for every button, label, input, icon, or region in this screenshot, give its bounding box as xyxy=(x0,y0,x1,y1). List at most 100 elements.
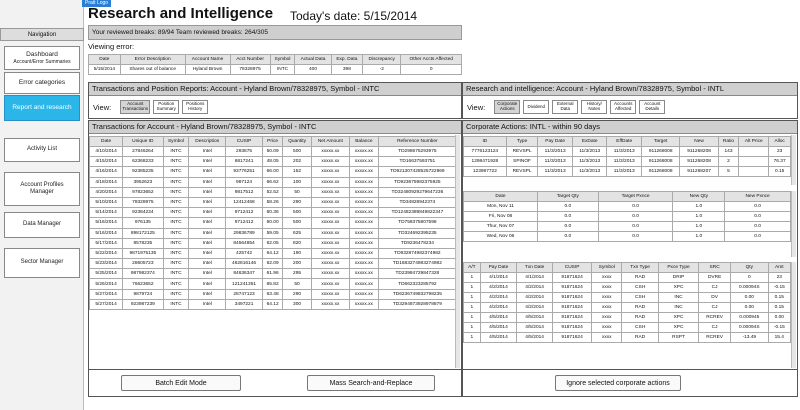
research-tx-scrollbar[interactable] xyxy=(791,262,796,368)
ignore-corporate-actions-button[interactable]: Ignore selected corporate actions xyxy=(555,375,681,391)
table-row[interactable]: 4/18/2014 3952623 INTC Intel 987124 66.62 100 x… xyxy=(88,176,458,188)
table-cell: 11/3/2013 xyxy=(606,156,642,167)
table-cell: 190 xyxy=(282,247,312,260)
table-cell: TD16637593751 xyxy=(377,156,458,168)
nav-error-categories-button[interactable]: Error categories xyxy=(4,72,80,94)
table-row[interactable]: 1 4/2/2014 4/2/2014 91871624 xxxx RAD INC CJ 0.0… xyxy=(463,302,792,313)
table-row[interactable]: 4/15/2014 62368233 INTC Intel 6817241 48.05 20… xyxy=(88,156,458,168)
table-cell: 1 xyxy=(463,332,481,343)
table-row[interactable]: 5/27/2014 923987239 INTC Intel 3497221 64.12 3… xyxy=(88,298,458,311)
table-cell: xxxx xyxy=(591,272,623,283)
positions-history-tab[interactable]: Positions History xyxy=(182,100,209,114)
table-row[interactable]: 1 4/5/2014 4/5/2014 91871624 xxxx CSH XPC CJ 0.0… xyxy=(463,322,792,333)
table-row[interactable]: 5/27/2014 9879724 INTC Intel 28747123 63.48 29… xyxy=(88,288,458,300)
table-cell: 9871975135 xyxy=(122,247,164,260)
accounts-affected-tab[interactable]: Accounts Affected xyxy=(610,100,637,114)
table-cell: 3497221 xyxy=(225,298,263,311)
table-row[interactable]: Mon, Nov 11 0.0 0.0 1.0 0.0 xyxy=(463,201,791,212)
nav-dashboard-button[interactable]: Dashboard Account/Error Summaries xyxy=(4,46,80,70)
table-row[interactable]: 5/26/2014 76623652 INTC Intel 121241351 65.82… xyxy=(88,278,458,290)
table-cell: -0.15 xyxy=(767,282,792,293)
column-header: Date xyxy=(88,54,121,65)
table-cell: 66.00 xyxy=(261,166,284,178)
nav-sector-manager-button[interactable]: Sector Manager xyxy=(4,248,80,278)
table-cell: -13.49 xyxy=(729,332,769,343)
table-cell: 60.36 xyxy=(261,207,284,219)
table-cell: 202 xyxy=(282,156,312,168)
dividend-tab[interactable]: Dividend xyxy=(523,100,550,114)
table-cell: TD3294873928978879 xyxy=(377,298,458,311)
column-header: Target Pxnce xyxy=(597,191,674,202)
table-cell: 4/2/2014 xyxy=(516,302,554,313)
batch-edit-mode-button[interactable]: Batch Edit Mode xyxy=(121,375,241,391)
nav-label: Sector Manager xyxy=(20,259,64,266)
external-data-tab[interactable]: External Data xyxy=(552,100,579,114)
column-header: Net Amount xyxy=(310,136,350,147)
table-cell: 5/17/2014 xyxy=(88,237,124,249)
table-row[interactable]: 5/14/2014 92384234 INTC Intel 9712412 60.36 50… xyxy=(88,207,458,219)
table-cell: 0.0 xyxy=(536,231,599,242)
table-row[interactable]: 1298471928 SPINOF 11/3/2013 11/3/2013 11/3/2… xyxy=(463,156,791,167)
table-cell: INTC xyxy=(162,156,190,168)
table-row[interactable]: 1 4/2/2014 4/2/2014 91871624 xxxx CSH INC DV 0.0… xyxy=(463,292,792,303)
position-summary-tab[interactable]: Position Summary xyxy=(153,100,180,114)
table-cell: 50 xyxy=(282,186,312,198)
table-row[interactable]: 4/16/2014 92385235 INTC Intel 93776251 66.00 1… xyxy=(88,166,458,178)
account-transactions-tab[interactable]: Account Transactions xyxy=(120,100,151,114)
table-row[interactable]: 5/25/2014 987982374 INTC Intel 84636347 61.96… xyxy=(88,268,458,280)
table-row[interactable]: Thur, Nov 07 0.0 0.0 1.0 0.0 xyxy=(463,221,791,232)
column-header: Pxce Type xyxy=(657,262,700,273)
table-row[interactable]: 1 4/1/2014 4/1/2014 91871624 xxxx RAD DRIP DVRE… xyxy=(463,272,792,283)
table-row[interactable]: 1 4/5/2014 4/5/2014 91871624 xxxx RAD RSPT RCRE… xyxy=(463,332,792,343)
table-row[interactable]: 1 4/2/2014 4/2/2014 91871624 xxxx CSH XPC CJ 0.0… xyxy=(463,282,792,293)
nav-activity-list-button[interactable]: Activity List xyxy=(4,138,80,162)
table-row[interactable]: 5/16/2014 898172125 INTC Intel 29836789 59.05… xyxy=(88,227,458,239)
table-cell: xxxxx.xx xyxy=(310,278,350,290)
mass-search-replace-button[interactable]: Mass Search-and-Replace xyxy=(307,375,435,391)
table-cell: xxxxx.xx xyxy=(310,298,350,311)
table-cell: 295 xyxy=(282,268,312,280)
corporate-actions-tab[interactable]: Corporate Actions xyxy=(494,100,521,114)
history-notes-tab[interactable]: History/ Notes xyxy=(581,100,608,114)
table-cell: 91871624 xyxy=(552,302,593,313)
table-cell: 29836789 xyxy=(225,227,263,239)
table-cell: 500 xyxy=(282,145,312,158)
table-cell: 76623652 xyxy=(122,278,164,290)
table-row[interactable]: 1 4/5/2014 4/5/2014 91871624 xxxx RAD XPC RCREV… xyxy=(463,312,792,323)
table-cell: Fri, Nov 08 xyxy=(463,211,538,222)
table-row[interactable]: 5/15/2014 Shares out of balance Hyland Bro… xyxy=(88,64,462,75)
nav-report-and-research-button[interactable]: Report and research xyxy=(4,95,80,121)
table-row[interactable]: 5/10/2014 78328975 INTC Intel 12412468 58.26 2… xyxy=(88,196,458,209)
table-cell: xxxxx.xx xyxy=(348,227,379,239)
table-row[interactable]: 4/10/2014 27846264 INTC Intel 293875 50.09 500… xyxy=(88,145,458,158)
table-row[interactable]: 5/17/2014 8578235 INTC Intel 84564854 62.05 82… xyxy=(88,237,458,249)
table-cell: INTC xyxy=(162,268,190,280)
column-header: New xyxy=(679,136,719,147)
ca-scrollbar[interactable] xyxy=(791,135,796,185)
nav-data-manager-button[interactable]: Data Manager xyxy=(4,212,80,238)
table-row[interactable]: 4/20/2014 97823652 INTC Intel 9817512 52.52 50… xyxy=(88,186,458,198)
research-transactions-table: A/T Pay Date Txn Date CUSIP Symbol Txn Type Px… xyxy=(463,262,792,343)
table-row[interactable]: Fri, Nov 08 0.0 0.0 1.0 0.0 xyxy=(463,211,791,222)
table-cell: 15.4 xyxy=(767,332,792,343)
table-row[interactable]: 5/22/2014 9871975135 INTC Intel 425742 64.12 1… xyxy=(88,247,458,260)
table-row[interactable]: 123987722 REVSPL 11/3/2013 11/3/2013 11/3/20… xyxy=(463,166,791,177)
table-cell: 64.12 xyxy=(261,298,284,311)
table-cell: 92384234 xyxy=(122,207,164,219)
table-cell: 84636347 xyxy=(225,268,263,280)
table-row[interactable]: 5/16/2014 976135 INTC Intel 9712412 60.00 500 x… xyxy=(88,217,458,229)
table-cell: 0.15 xyxy=(768,166,791,177)
quantity-scrollbar[interactable] xyxy=(791,191,796,257)
table-cell: xxxx xyxy=(591,282,623,293)
table-row[interactable]: 7776123124 REVSPL 11/3/2013 11/3/2013 11/3/2… xyxy=(463,146,791,157)
nav-account-profiles-manager-button[interactable]: Account Profiles Manager xyxy=(4,172,80,206)
column-header: Alloc xyxy=(768,136,791,147)
table-cell: 91871624 xyxy=(552,322,593,333)
transactions-scrollbar[interactable] xyxy=(455,135,460,368)
table-cell: CSH xyxy=(621,292,659,303)
table-row[interactable]: Wed, Nov 06 0.0 0.0 1.0 0.0 xyxy=(463,231,791,242)
account-details-tab[interactable]: Account Details xyxy=(639,100,666,114)
table-cell: 5/23/2014 xyxy=(88,258,124,270)
table-row[interactable]: 5/23/2014 28605723 INTC Intel 462816146 62.09… xyxy=(88,258,458,270)
table-cell: Intel xyxy=(188,237,227,249)
